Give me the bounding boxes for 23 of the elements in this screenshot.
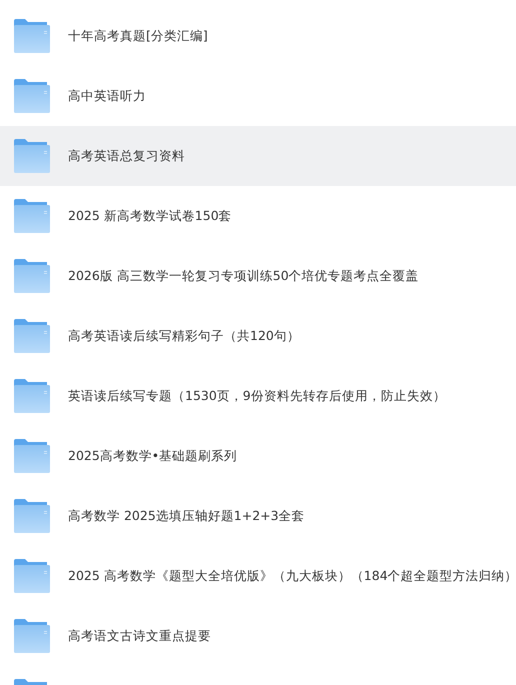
folder-icon [14, 379, 50, 413]
folder-name: 2025 高考数学《题型大全培优版》（九大板块）（184个超全题型方法归纳） [68, 566, 516, 585]
folder-icon [14, 259, 50, 293]
folder-icon [14, 619, 50, 653]
folder-icon [14, 559, 50, 593]
folder-name: 高考英语读后续写精彩句子（共120句） [68, 326, 300, 345]
folder-icon [14, 499, 50, 533]
folder-name: 英语读后续写专题（1530页，9份资料先转存后使用，防止失效） [68, 386, 446, 405]
folder-icon [14, 139, 50, 173]
folder-name: 2026版 高三数学一轮复习专项训练50个培优专题考点全覆盖 [68, 266, 419, 285]
folder-icon [14, 19, 50, 53]
folder-row[interactable]: 高考英语总复习资料 [0, 126, 516, 186]
folder-name: 十年高考真题[分类汇编] [68, 26, 208, 45]
folder-icon [14, 199, 50, 233]
folder-name: 高考数学 2025选填压轴好题1+2+3全套 [68, 506, 305, 525]
folder-icon [14, 319, 50, 353]
folder-icon [14, 79, 50, 113]
folder-name: 高考英语总复习资料 [68, 146, 185, 165]
folder-name: 高考语文古诗文重点提要 [68, 626, 211, 645]
folder-name: 高中英语听力 [68, 86, 146, 105]
folder-name: 2025高考数学•基础题刷系列 [68, 446, 238, 465]
folder-name: 2025 新高考数学试卷150套 [68, 206, 232, 225]
folder-icon [14, 439, 50, 473]
